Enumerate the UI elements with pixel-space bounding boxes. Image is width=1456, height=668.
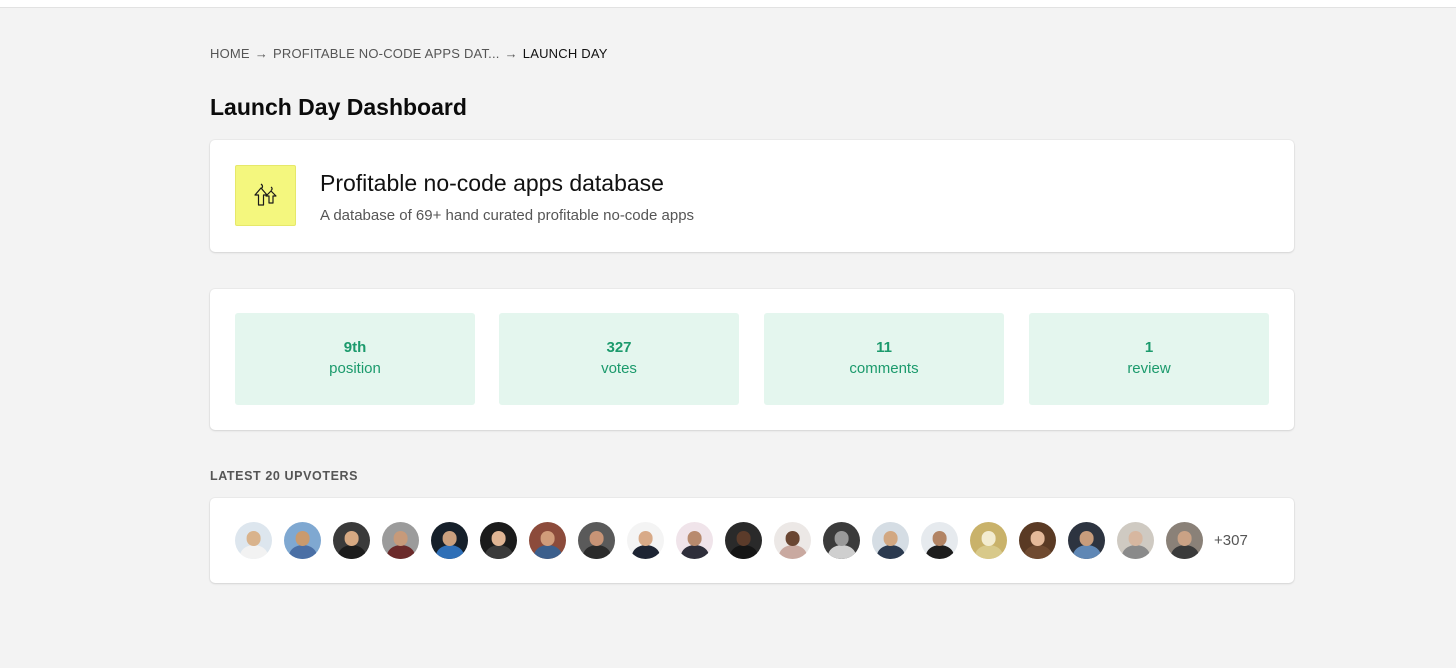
avatar-head — [295, 530, 310, 546]
avatar[interactable] — [333, 522, 370, 559]
avatar[interactable] — [627, 522, 664, 559]
avatar-body — [631, 544, 660, 559]
upvoter-avatar-list: +307 — [235, 522, 1248, 559]
avatar-head — [1128, 530, 1143, 546]
avatar[interactable] — [921, 522, 958, 559]
stat-label: comments — [849, 360, 919, 377]
avatar-head — [736, 530, 751, 546]
avatar[interactable] — [529, 522, 566, 559]
avatar-body — [925, 544, 954, 559]
avatar-head — [883, 530, 898, 546]
stat-value: 11 — [876, 339, 892, 356]
avatar-body — [386, 544, 415, 559]
avatar[interactable] — [774, 522, 811, 559]
avatar-body — [337, 544, 366, 559]
avatar-head — [344, 530, 359, 546]
avatar-body — [533, 544, 562, 559]
avatar[interactable] — [578, 522, 615, 559]
avatar-head — [1030, 530, 1045, 546]
stat-value: 1 — [1144, 339, 1154, 356]
avatar-body — [1023, 544, 1052, 559]
product-name[interactable]: Profitable no-code apps database — [320, 170, 664, 197]
stat-comments: 11 comments — [764, 313, 1004, 405]
avatar-head — [589, 530, 604, 546]
breadcrumb-product[interactable]: PROFITABLE NO-CODE APPS DAT... — [273, 46, 500, 61]
avatar[interactable] — [1166, 522, 1203, 559]
avatar-head — [246, 530, 261, 546]
more-upvoters-count[interactable]: +307 — [1214, 532, 1248, 549]
stat-votes: 327 votes — [499, 313, 739, 405]
avatar-body — [876, 544, 905, 559]
avatar-body — [435, 544, 464, 559]
page-title: Launch Day Dashboard — [210, 94, 467, 120]
avatar[interactable] — [1019, 522, 1056, 559]
stats-card: 9th position 327 votes 11 comments 1 rev… — [210, 289, 1294, 430]
avatar[interactable] — [676, 522, 713, 559]
stat-position: 9th position — [235, 313, 475, 405]
avatar[interactable] — [1068, 522, 1105, 559]
avatar-body — [778, 544, 807, 559]
avatar-head — [540, 530, 555, 546]
avatar-head — [981, 530, 996, 546]
breadcrumb-home[interactable]: HOME — [210, 46, 250, 61]
avatar-body — [827, 544, 856, 559]
avatar-body — [484, 544, 513, 559]
avatar-head — [834, 530, 849, 546]
avatar-body — [582, 544, 611, 559]
breadcrumb-arrow-icon: → — [254, 46, 269, 61]
top-bar — [0, 0, 1456, 8]
avatar-head — [1177, 530, 1192, 546]
upvoters-heading: LATEST 20 UPVOTERS — [210, 469, 359, 483]
stat-value: 327 — [606, 339, 632, 356]
avatar-head — [687, 530, 702, 546]
avatar-head — [442, 530, 457, 546]
up-arrows-icon — [253, 183, 277, 206]
avatar-head — [932, 530, 947, 546]
breadcrumb: HOME → PROFITABLE NO-CODE APPS DAT... → … — [210, 46, 608, 61]
avatar[interactable] — [284, 522, 321, 559]
avatar-body — [239, 544, 268, 559]
avatar-body — [680, 544, 709, 559]
avatar-body — [1121, 544, 1150, 559]
product-tagline: A database of 69+ hand curated profitabl… — [320, 207, 695, 224]
avatar[interactable] — [872, 522, 909, 559]
avatar[interactable] — [970, 522, 1007, 559]
avatar-body — [729, 544, 758, 559]
avatar[interactable] — [431, 522, 468, 559]
avatar-body — [288, 544, 317, 559]
avatar-head — [491, 530, 506, 546]
avatar-head — [1079, 530, 1094, 546]
breadcrumb-arrow-icon: → — [504, 46, 518, 61]
avatar-head — [785, 530, 800, 546]
avatar[interactable] — [725, 522, 762, 559]
stat-label: votes — [601, 360, 637, 377]
avatar-body — [974, 544, 1003, 559]
avatar[interactable] — [1117, 522, 1154, 559]
avatar[interactable] — [480, 522, 517, 559]
avatar[interactable] — [382, 522, 419, 559]
breadcrumb-current: LAUNCH DAY — [522, 46, 608, 61]
stat-label: review — [1127, 360, 1171, 377]
avatar[interactable] — [823, 522, 860, 559]
avatar-body — [1072, 544, 1101, 559]
avatar[interactable] — [235, 522, 272, 559]
avatar-head — [638, 530, 653, 546]
avatar-head — [393, 530, 408, 546]
stat-label: position — [329, 360, 381, 377]
avatar-body — [1170, 544, 1199, 559]
product-logo[interactable] — [235, 165, 296, 226]
stat-value: 9th — [343, 339, 367, 356]
product-card: Profitable no-code apps database A datab… — [210, 140, 1294, 252]
stat-reviews: 1 review — [1029, 313, 1269, 405]
upvoters-card: +307 — [210, 498, 1294, 583]
